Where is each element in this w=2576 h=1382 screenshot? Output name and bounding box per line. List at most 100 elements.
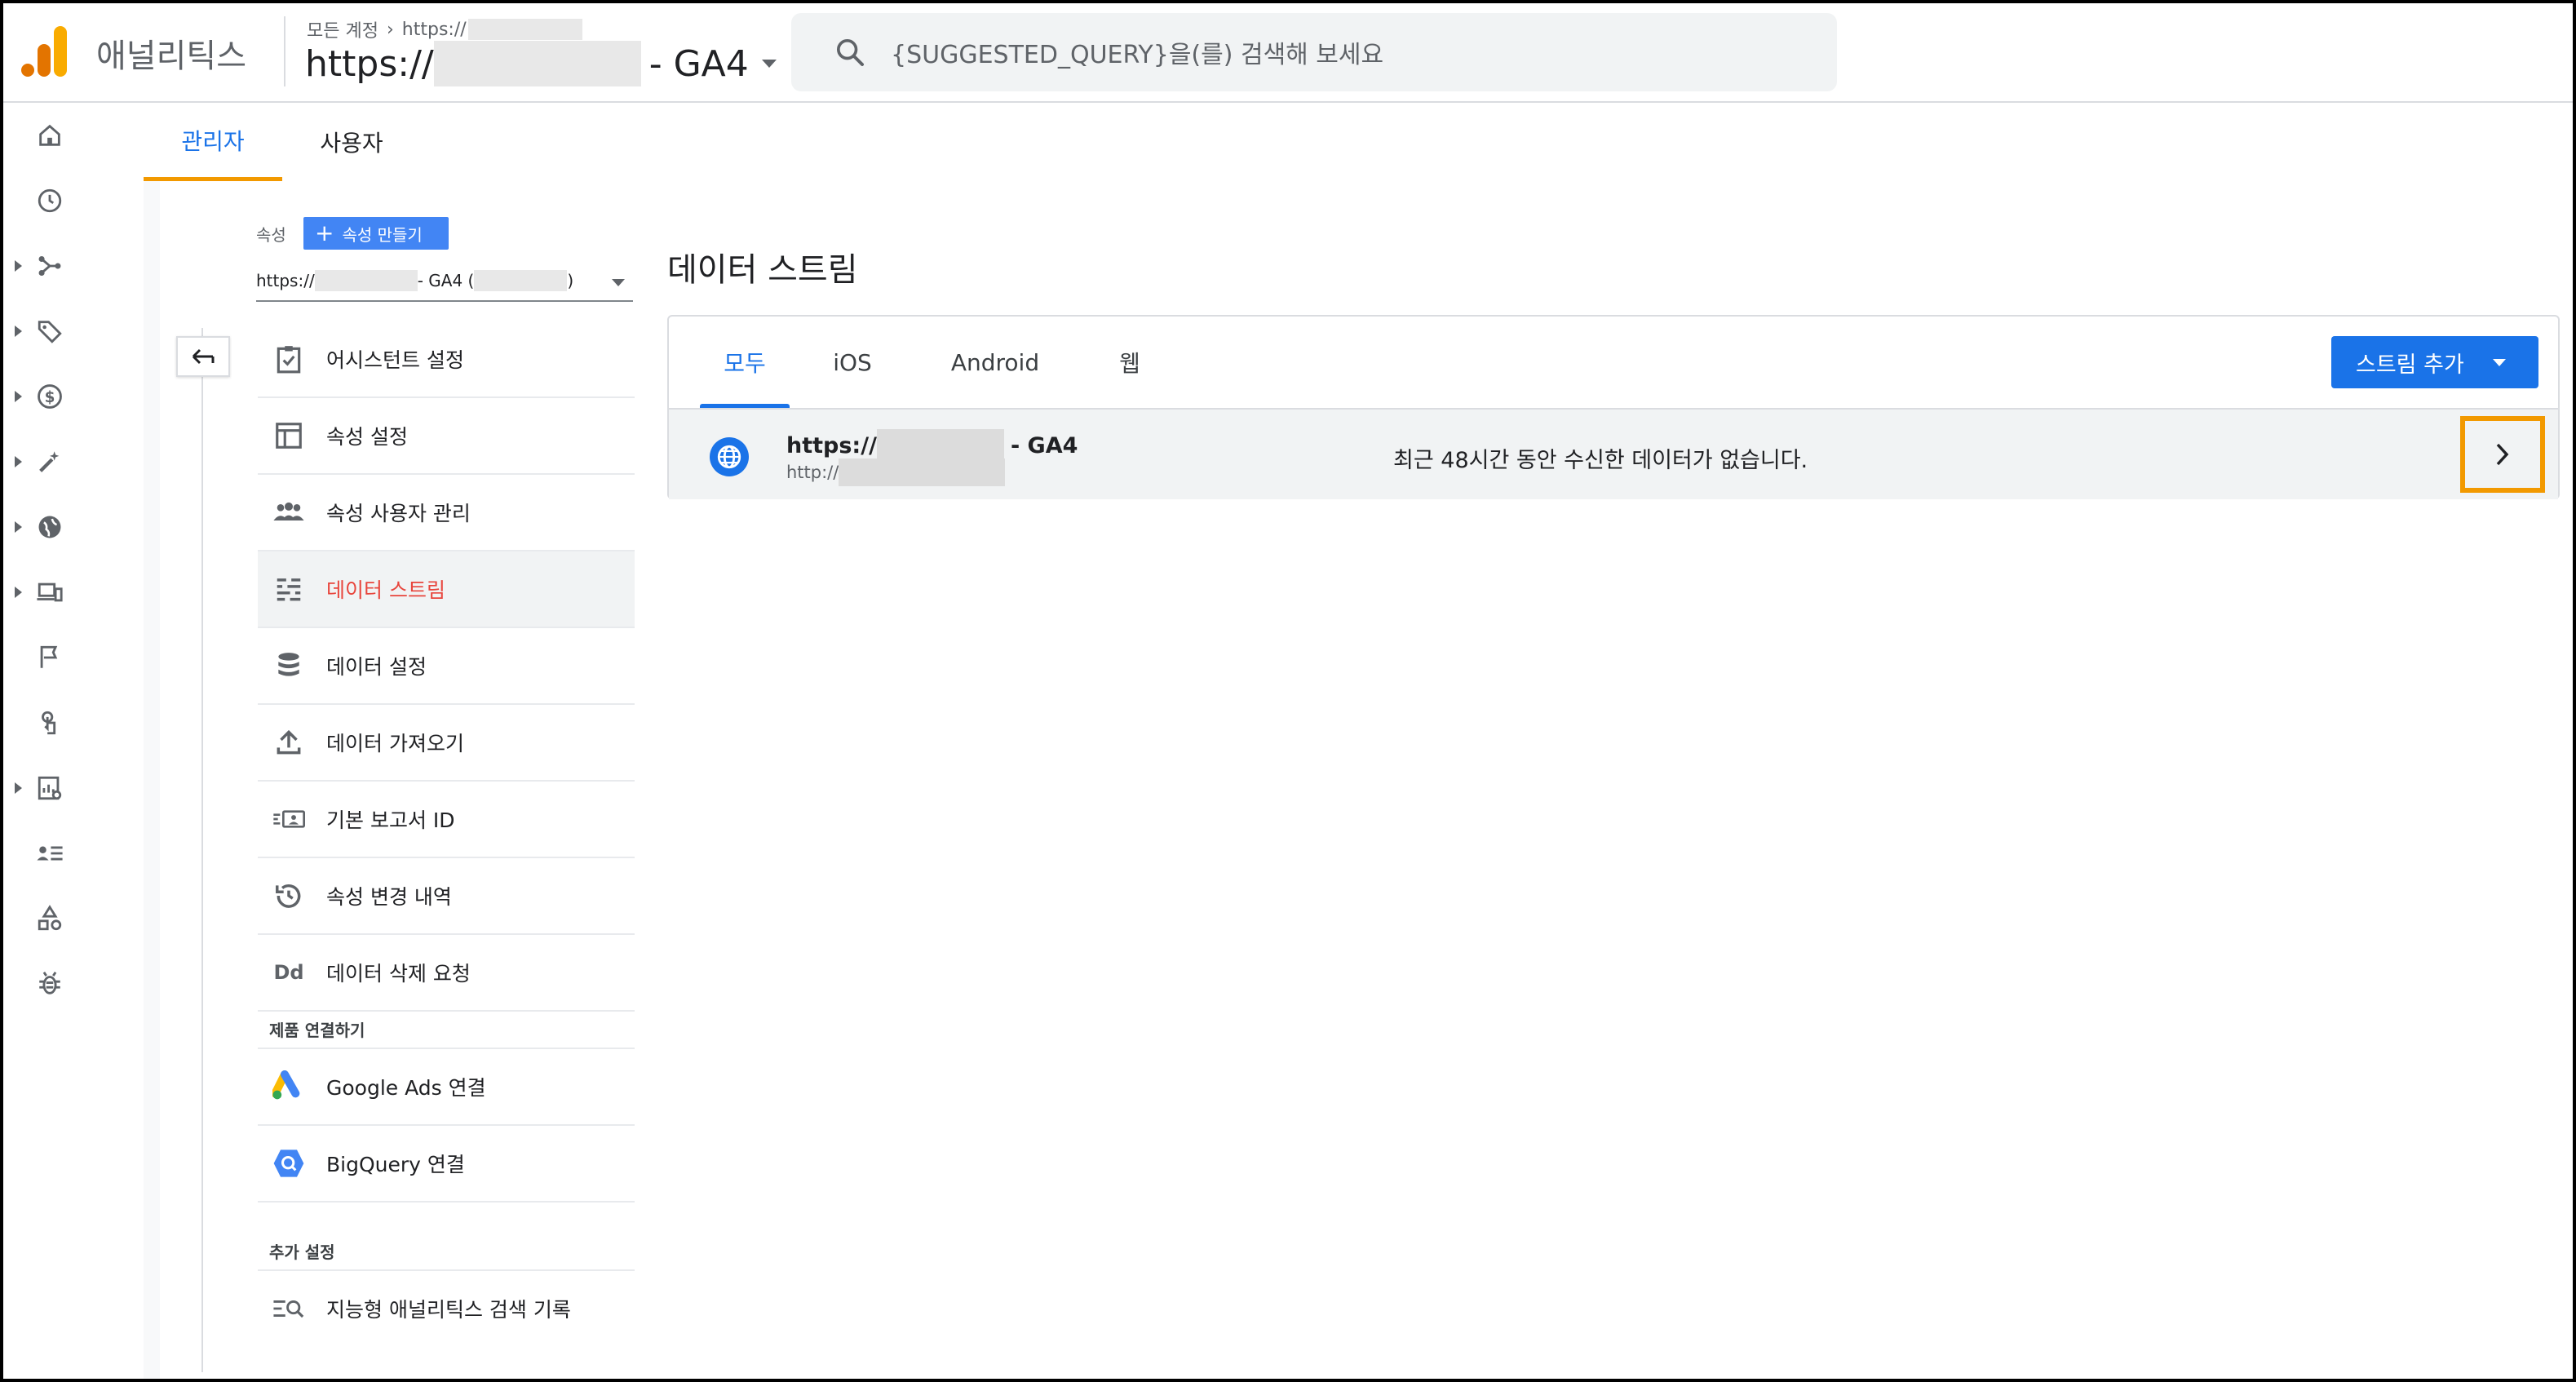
menu-item-data-settings[interactable]: 데이터 설정: [258, 628, 635, 705]
breadcrumb-property[interactable]: https://: [402, 20, 467, 40]
stream-tab-web[interactable]: 웹: [1085, 317, 1175, 408]
nav-retention[interactable]: [0, 437, 75, 486]
tab-user[interactable]: 사용자: [282, 103, 421, 181]
property-menu: 어시스턴트 설정 속성 설정 속성 사용자 관리 데이터 스트림 데이터 설정 …: [258, 321, 635, 1346]
nav-home[interactable]: [0, 111, 75, 160]
expand-caret-icon: [15, 391, 22, 402]
breadcrumb[interactable]: 모든 계정 › https://: [307, 16, 582, 42]
menu-item-search-history[interactable]: 지능형 애널리틱스 검색 기록: [258, 1271, 635, 1346]
create-property-button[interactable]: + 속성 만들기: [303, 217, 449, 250]
breadcrumb-account[interactable]: 모든 계정: [307, 16, 378, 42]
nav-events[interactable]: [0, 633, 75, 682]
menu-item-data-import[interactable]: 데이터 가져오기: [258, 705, 635, 782]
menu-item-data-streams[interactable]: 데이터 스트림: [258, 551, 635, 628]
nav-engagement[interactable]: [0, 307, 75, 356]
menu-item-label: 속성 사용자 관리: [326, 502, 471, 525]
menu-item-label: 데이터 설정: [326, 655, 427, 679]
section-product-links: 제품 연결하기: [258, 1012, 635, 1049]
property-select-prefix: https://: [256, 271, 315, 290]
bigquery-icon: [272, 1147, 305, 1180]
property-title-prefix: https://: [305, 42, 434, 85]
menu-item-label: 데이터 스트림: [326, 578, 445, 602]
nav-explore[interactable]: [0, 764, 75, 813]
menu-item-bigquery[interactable]: BigQuery 연결: [258, 1126, 635, 1203]
report-icon: [38, 776, 62, 800]
top-bar: 애널리틱스 모든 계정 › https:// https:// - GA4 {S…: [0, 0, 2576, 103]
home-icon: [39, 124, 60, 146]
nav-demographics[interactable]: [0, 503, 75, 551]
redacted-block: [839, 458, 1006, 486]
search-history-icon: [272, 1292, 305, 1325]
property-title-suffix: - GA4: [648, 42, 749, 85]
menu-item-label: Google Ads 연결: [326, 1076, 486, 1100]
property-select-middle: - GA4 (: [417, 271, 475, 290]
web-globe-icon: [710, 437, 749, 476]
nav-conversions[interactable]: [0, 698, 75, 747]
tag-icon: [38, 321, 62, 343]
devices-icon: [37, 582, 63, 602]
google-ads-icon: [272, 1070, 305, 1103]
nav-configure[interactable]: [0, 894, 75, 943]
menu-item-assistant[interactable]: 어시스턴트 설정: [258, 321, 635, 398]
search-bar[interactable]: {SUGGESTED_QUERY}을(를) 검색해 보세요: [791, 13, 1837, 91]
menu-item-label: 데이터 삭제 요청: [326, 962, 471, 986]
clock-icon: [38, 188, 62, 213]
back-button[interactable]: [176, 336, 230, 377]
admin-tab-bar: 관리자 사용자: [144, 103, 2576, 181]
left-nav-rail: $: [0, 103, 75, 1382]
audience-icon: [37, 846, 63, 861]
add-stream-button[interactable]: 스트림 추가: [2331, 336, 2538, 388]
upload-icon: [272, 726, 305, 759]
brand-name: 애널리틱스: [96, 38, 246, 75]
menu-item-change-history[interactable]: 속성 변경 내역: [258, 858, 635, 935]
menu-item-label: 어시스턴트 설정: [326, 348, 464, 372]
property-dropdown[interactable]: https:// - GA4 ( ): [256, 261, 633, 302]
menu-item-reporting-identity[interactable]: 기본 보고서 ID: [258, 782, 635, 858]
expand-caret-icon: [15, 521, 22, 533]
expand-caret-icon: [15, 326, 22, 337]
breadcrumb-chevron-icon: ›: [386, 19, 394, 40]
people-icon: [272, 496, 305, 529]
id-card-icon: [272, 803, 305, 835]
history-icon: [272, 879, 305, 912]
section-extra-settings: 추가 설정: [258, 1203, 635, 1271]
nav-monetization[interactable]: $: [0, 372, 75, 421]
analytics-logo-icon[interactable]: [21, 26, 69, 77]
property-selector[interactable]: https:// - GA4: [305, 41, 777, 86]
menu-item-google-ads[interactable]: Google Ads 연결: [258, 1049, 635, 1126]
stream-status: 최근 48시간 동안 수신한 데이터가 없습니다.: [1393, 448, 1808, 473]
add-stream-label: 스트림 추가: [2356, 352, 2464, 378]
redacted-block: [467, 19, 582, 40]
nav-realtime[interactable]: [0, 176, 75, 225]
stream-row[interactable]: https:// - GA4 http:// 최근 48시간 동안 수신한 데이…: [669, 408, 2558, 499]
menu-item-label: 기본 보고서 ID: [326, 808, 455, 832]
redacted-block: [314, 270, 418, 291]
header-divider: [284, 16, 285, 86]
dd-icon: Dd: [273, 961, 304, 984]
menu-item-data-deletion[interactable]: Dd 데이터 삭제 요청: [258, 935, 635, 1012]
flag-icon: [40, 645, 58, 668]
nav-acquisition[interactable]: [0, 241, 75, 290]
stream-tab-android[interactable]: Android: [914, 317, 1077, 408]
tab-admin[interactable]: 관리자: [144, 103, 282, 181]
open-stream-button[interactable]: [2460, 416, 2545, 493]
chevron-right-icon: [2496, 443, 2509, 466]
back-arrow-icon: [192, 348, 215, 365]
menu-item-user-management[interactable]: 속성 사용자 관리: [258, 475, 635, 551]
dollar-icon: $: [38, 384, 62, 409]
stream-tab-all[interactable]: 모두: [700, 317, 790, 408]
nav-audiences[interactable]: [0, 829, 75, 878]
stream-name: https:// - GA4: [786, 429, 1078, 462]
redacted-block: [876, 429, 1004, 462]
expand-caret-icon: [15, 587, 22, 598]
stream-tab-ios[interactable]: iOS: [808, 317, 897, 408]
nav-tech[interactable]: [0, 568, 75, 617]
menu-item-property-settings[interactable]: 속성 설정: [258, 398, 635, 475]
expand-caret-icon: [15, 260, 22, 272]
search-placeholder: {SUGGESTED_QUERY}을(를) 검색해 보세요: [891, 41, 1384, 69]
touch-icon: [42, 711, 56, 735]
menu-item-label: 속성 변경 내역: [326, 885, 452, 909]
nav-debug[interactable]: [0, 959, 75, 1008]
stream-url: http://: [786, 458, 1006, 486]
expand-caret-icon: [15, 456, 22, 467]
